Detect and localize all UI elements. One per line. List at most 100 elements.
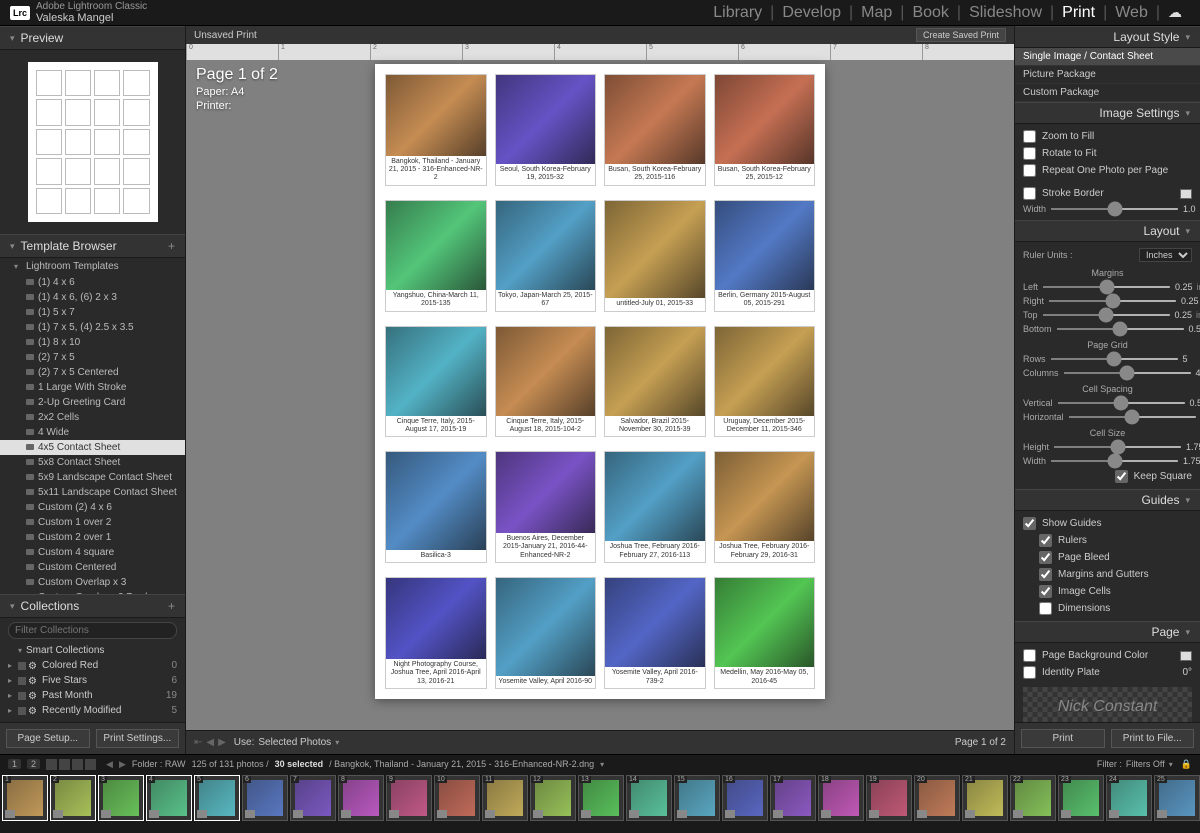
guide-margins-and-gutters-checkbox[interactable]: Margins and Gutters: [1039, 566, 1192, 583]
show-guides-checkbox[interactable]: Show Guides: [1023, 515, 1192, 532]
template-item[interactable]: Custom Overlap x3 Border: [0, 590, 185, 594]
contact-sheet-cell[interactable]: Tokyo, Japan-March 25, 2015-67: [495, 200, 597, 312]
add-template-icon[interactable]: +: [168, 239, 175, 253]
filmstrip-thumb[interactable]: 3: [98, 775, 144, 821]
filmstrip-thumb[interactable]: 19: [866, 775, 912, 821]
contact-sheet-cell[interactable]: Buenos Aires, December 2015-January 21, …: [495, 451, 597, 563]
layout-style-header[interactable]: Layout Style▾: [1015, 26, 1200, 48]
template-item[interactable]: (1) 5 x 7: [0, 305, 185, 320]
template-item[interactable]: (2) 7 x 5: [0, 350, 185, 365]
contact-sheet-cell[interactable]: Cinque Terre, Italy, 2015-August 17, 201…: [385, 326, 487, 438]
guide-rulers-checkbox[interactable]: Rulers: [1039, 532, 1192, 549]
cloud-sync-icon[interactable]: ☁: [1160, 4, 1190, 21]
contact-sheet-cell[interactable]: Busan, South Korea-February 25, 2015-116: [604, 74, 706, 186]
contact-sheet-cell[interactable]: Joshua Tree, February 2016-February 27, …: [604, 451, 706, 563]
template-item[interactable]: Custom Overlap x 3: [0, 575, 185, 590]
template-item[interactable]: (1) 4 x 6: [0, 275, 185, 290]
layout-mode-option[interactable]: Picture Package: [1015, 66, 1200, 84]
first-page-icon[interactable]: ⇤: [194, 737, 202, 748]
filmstrip-thumb[interactable]: 15: [674, 775, 720, 821]
add-collection-icon[interactable]: +: [168, 599, 175, 613]
collection-item[interactable]: ▸⚙Colored Red0: [8, 658, 177, 673]
contact-sheet-cell[interactable]: Salvador, Brazil 2015-November 30, 2015-…: [604, 326, 706, 438]
rotate-to-fit-checkbox[interactable]: Rotate to Fit: [1023, 145, 1192, 162]
template-item[interactable]: (1) 4 x 6, (6) 2 x 3: [0, 290, 185, 305]
create-saved-print-button[interactable]: Create Saved Print: [916, 28, 1006, 42]
stroke-border-checkbox[interactable]: Stroke Border: [1023, 185, 1192, 202]
page-bg-color-checkbox[interactable]: Page Background Color: [1023, 647, 1192, 664]
filmstrip-thumb[interactable]: 24: [1106, 775, 1152, 821]
guide-image-cells-checkbox[interactable]: Image Cells: [1039, 583, 1192, 600]
nav-book[interactable]: Book: [904, 4, 956, 22]
identity-plate-checkbox[interactable]: Identity Plate0°: [1023, 664, 1192, 681]
template-item[interactable]: (2) 7 x 5 Centered: [0, 365, 185, 380]
template-item[interactable]: 2x2 Cells: [0, 410, 185, 425]
filmstrip-thumb[interactable]: 12: [530, 775, 576, 821]
filmstrip-thumb[interactable]: 16: [722, 775, 768, 821]
canvas[interactable]: 012345678 Page 1 of 2 Paper: A4 Printer:…: [186, 44, 1014, 730]
filmstrip-thumb[interactable]: 14: [626, 775, 672, 821]
keep-square-checkbox[interactable]: Keep Square: [1023, 468, 1192, 485]
template-item[interactable]: 4 Wide: [0, 425, 185, 440]
contact-sheet-cell[interactable]: Yosemite Valley, April 2016-90: [495, 577, 597, 689]
filmstrip-thumb[interactable]: 8: [338, 775, 384, 821]
template-item[interactable]: (1) 8 x 10: [0, 335, 185, 350]
filmstrip-thumb[interactable]: 13: [578, 775, 624, 821]
ruler-units-select[interactable]: Ruler Units :Inches: [1023, 246, 1192, 264]
filmstrip-thumb[interactable]: 2: [50, 775, 96, 821]
nav-back-icon[interactable]: ◀: [106, 759, 113, 770]
filmstrip-thumb[interactable]: 22: [1010, 775, 1056, 821]
filmstrip-thumb[interactable]: 5: [194, 775, 240, 821]
preview-header[interactable]: ▾Preview: [0, 26, 185, 50]
prev-page-icon[interactable]: ◀: [206, 737, 214, 748]
nav-fwd-icon[interactable]: ▶: [119, 759, 126, 770]
filmstrip-thumb[interactable]: 21: [962, 775, 1008, 821]
repeat-photo-checkbox[interactable]: Repeat One Photo per Page: [1023, 162, 1192, 179]
nav-library[interactable]: Library: [705, 4, 770, 22]
next-page-icon[interactable]: ▶: [218, 737, 226, 748]
stroke-width-slider[interactable]: Width1.0pt: [1023, 202, 1192, 216]
filmstrip-thumb[interactable]: 6: [242, 775, 288, 821]
template-item[interactable]: 5x9 Landscape Contact Sheet: [0, 470, 185, 485]
horizontal-spacing-slider[interactable]: Horizontal0.26in: [1023, 410, 1192, 424]
zoom-to-fill-checkbox[interactable]: Zoom to Fill: [1023, 128, 1192, 145]
guide-dimensions-checkbox[interactable]: Dimensions: [1039, 600, 1192, 617]
filmstrip-thumb[interactable]: 25: [1154, 775, 1200, 821]
image-settings-header[interactable]: Image Settings▾: [1015, 102, 1200, 124]
page-header[interactable]: Page▾: [1015, 621, 1200, 643]
nav-print[interactable]: Print: [1054, 4, 1103, 22]
filmstrip-thumb[interactable]: 1: [2, 775, 48, 821]
filmstrip-thumb[interactable]: 4: [146, 775, 192, 821]
layout-mode-option[interactable]: Custom Package: [1015, 84, 1200, 102]
collections-header[interactable]: ▾Collections+: [0, 594, 185, 618]
nav-slideshow[interactable]: Slideshow: [961, 4, 1050, 22]
view-mode-icons[interactable]: [46, 759, 96, 770]
contact-sheet-cell[interactable]: Busan, South Korea-February 25, 2015-12: [714, 74, 816, 186]
stroke-color-swatch[interactable]: [1180, 189, 1192, 199]
margin-top-slider[interactable]: Top0.25in: [1023, 308, 1192, 322]
layout-mode-option[interactable]: Single Image / Contact Sheet: [1015, 48, 1200, 66]
filmstrip-thumb[interactable]: 23: [1058, 775, 1104, 821]
template-item[interactable]: (1) 7 x 5, (4) 2.5 x 3.5: [0, 320, 185, 335]
rows-slider[interactable]: Rows5: [1023, 352, 1192, 366]
cell-width-slider[interactable]: Width1.75in: [1023, 454, 1192, 468]
filter-lock-icon[interactable]: 🔒: [1181, 759, 1192, 770]
print-settings-button[interactable]: Print Settings...: [96, 729, 180, 748]
contact-sheet-cell[interactable]: Yosemite Valley, April 2016-739-2: [604, 577, 706, 689]
filmstrip-thumb[interactable]: 10: [434, 775, 480, 821]
contact-sheet-cell[interactable]: Berlin, Germany 2015-August 05, 2015-291: [714, 200, 816, 312]
filmstrip-thumb[interactable]: 17: [770, 775, 816, 821]
template-item[interactable]: Custom 2 over 1: [0, 530, 185, 545]
contact-sheet-cell[interactable]: Cinque Terre, Italy, 2015-August 18, 201…: [495, 326, 597, 438]
margin-bottom-slider[interactable]: Bottom0.57in: [1023, 322, 1192, 336]
template-item[interactable]: 5x11 Landscape Contact Sheet: [0, 485, 185, 500]
filmstrip-thumb[interactable]: 9: [386, 775, 432, 821]
lightroom-templates-group[interactable]: Lightroom Templates: [0, 258, 185, 275]
collection-item[interactable]: ▸⚙Recently Modified5: [8, 703, 177, 718]
contact-sheet-cell[interactable]: Joshua Tree, February 2016-February 29, …: [714, 451, 816, 563]
margin-left-slider[interactable]: Left0.25in: [1023, 280, 1192, 294]
filter-collections-input[interactable]: [8, 622, 177, 639]
contact-sheet-cell[interactable]: Seoul, South Korea-February 19, 2015-32: [495, 74, 597, 186]
template-item[interactable]: 4x5 Contact Sheet: [0, 440, 185, 455]
margin-right-slider[interactable]: Right0.25in: [1023, 294, 1192, 308]
